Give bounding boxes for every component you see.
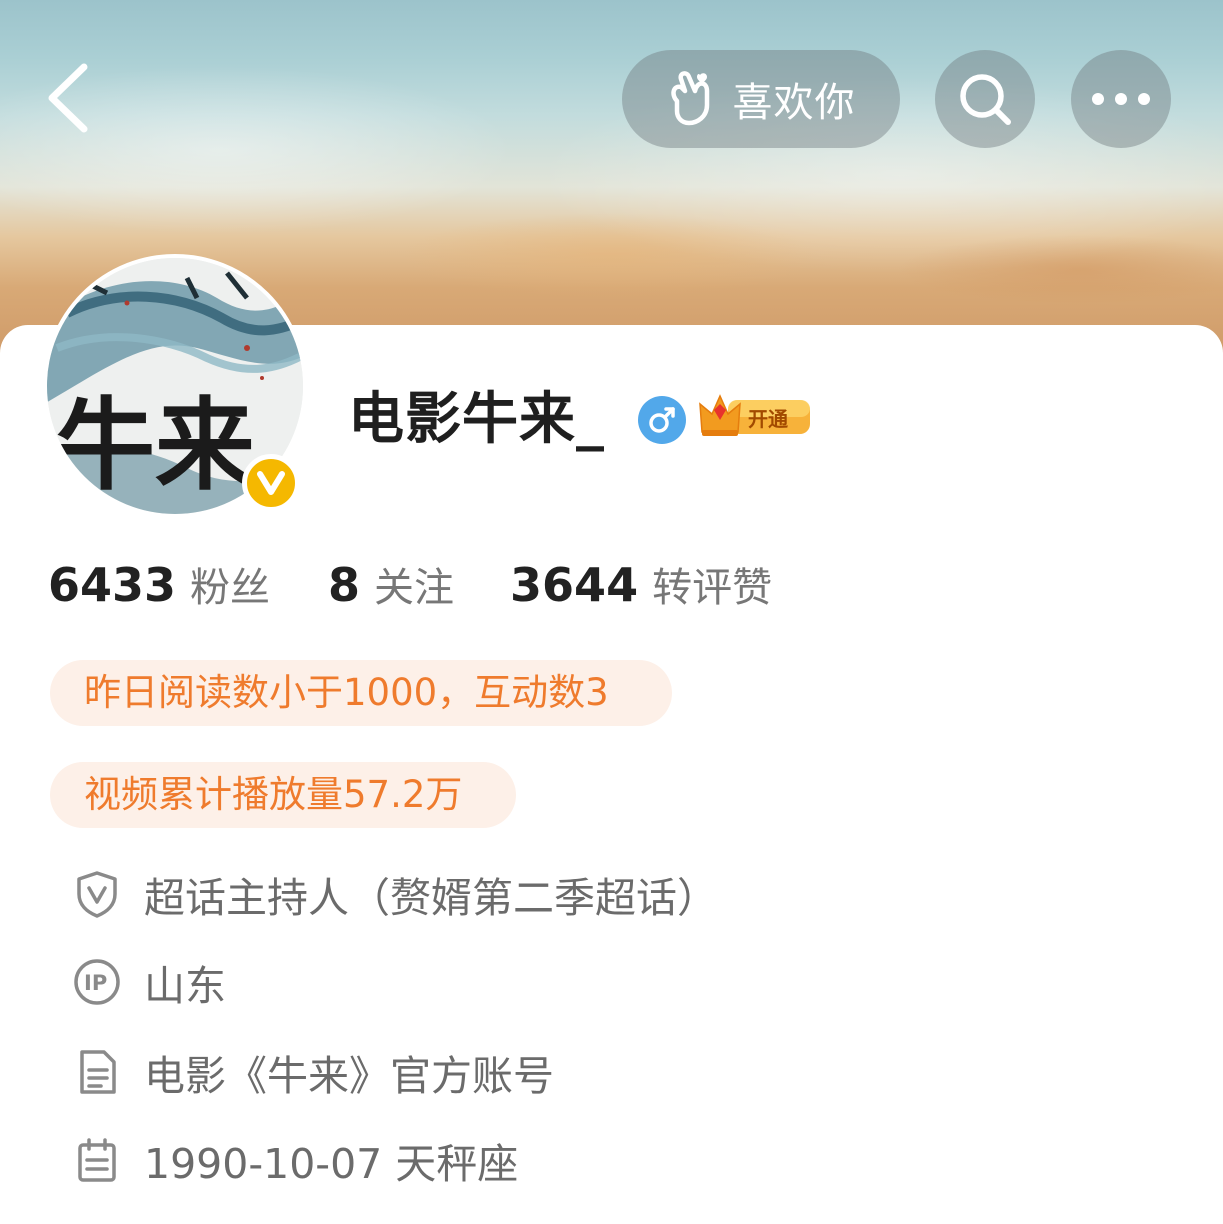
male-gender-icon xyxy=(638,396,686,444)
interactions-count: 3644 xyxy=(510,558,639,612)
info-row-ip-location: IP 山东 xyxy=(72,952,226,1012)
calendar-icon xyxy=(72,1135,122,1185)
vip-open-label: 开通 xyxy=(748,407,788,431)
description-text: 电影《牛来》官方账号 xyxy=(144,1052,554,1100)
stat-followers[interactable]: 6433 粉丝 xyxy=(48,555,270,613)
stat-following[interactable]: 8 关注 xyxy=(328,555,454,613)
more-options-button[interactable] xyxy=(1071,50,1171,148)
chevron-left-icon xyxy=(48,63,88,133)
followers-count: 6433 xyxy=(48,558,177,612)
profile-stats: 6433 粉丝 8 关注 3644 转评赞 xyxy=(48,555,772,619)
vip-open-badge[interactable]: 开通 xyxy=(698,392,812,440)
more-dots-icon xyxy=(1092,93,1150,105)
username: 电影牛来_ xyxy=(348,387,605,452)
like-you-label: 喜欢你 xyxy=(732,80,856,126)
following-count: 8 xyxy=(328,558,361,612)
read-stats-tag[interactable]: 昨日阅读数小于1000，互动数3 xyxy=(50,660,672,726)
search-icon xyxy=(960,74,1011,125)
crown-icon: 开通 xyxy=(699,394,810,436)
shield-v-icon xyxy=(72,869,122,919)
svg-text:IP: IP xyxy=(84,971,107,995)
avatar-calligraphy-text: 牛来 xyxy=(55,386,255,504)
stat-interactions[interactable]: 3644 转评赞 xyxy=(510,555,772,613)
interactions-label: 转评赞 xyxy=(652,565,773,611)
super-topic-host-text: 超话主持人（赘婿第二季超话） xyxy=(144,874,718,922)
like-you-button[interactable]: 喜欢你 xyxy=(622,50,900,148)
verified-v-icon xyxy=(257,471,285,495)
ip-location-icon: IP xyxy=(72,957,122,1007)
info-row-birthday: 1990-10-07 天秤座 xyxy=(72,1130,518,1190)
search-button[interactable] xyxy=(935,50,1035,148)
document-icon xyxy=(72,1047,122,1097)
following-label: 关注 xyxy=(374,565,455,611)
back-button[interactable] xyxy=(30,58,106,138)
birthday-text: 1990-10-07 天秤座 xyxy=(144,1140,519,1188)
info-row-description: 电影《牛来》官方账号 xyxy=(72,1042,554,1102)
video-plays-tag[interactable]: 视频累计播放量57.2万 xyxy=(50,762,516,828)
finger-heart-icon xyxy=(670,71,709,126)
ip-location-text: 山东 xyxy=(144,962,226,1010)
info-row-super-topic-host[interactable]: 超话主持人（赘婿第二季超话） xyxy=(72,864,718,924)
followers-label: 粉丝 xyxy=(190,565,271,611)
verified-badge[interactable] xyxy=(242,454,300,512)
